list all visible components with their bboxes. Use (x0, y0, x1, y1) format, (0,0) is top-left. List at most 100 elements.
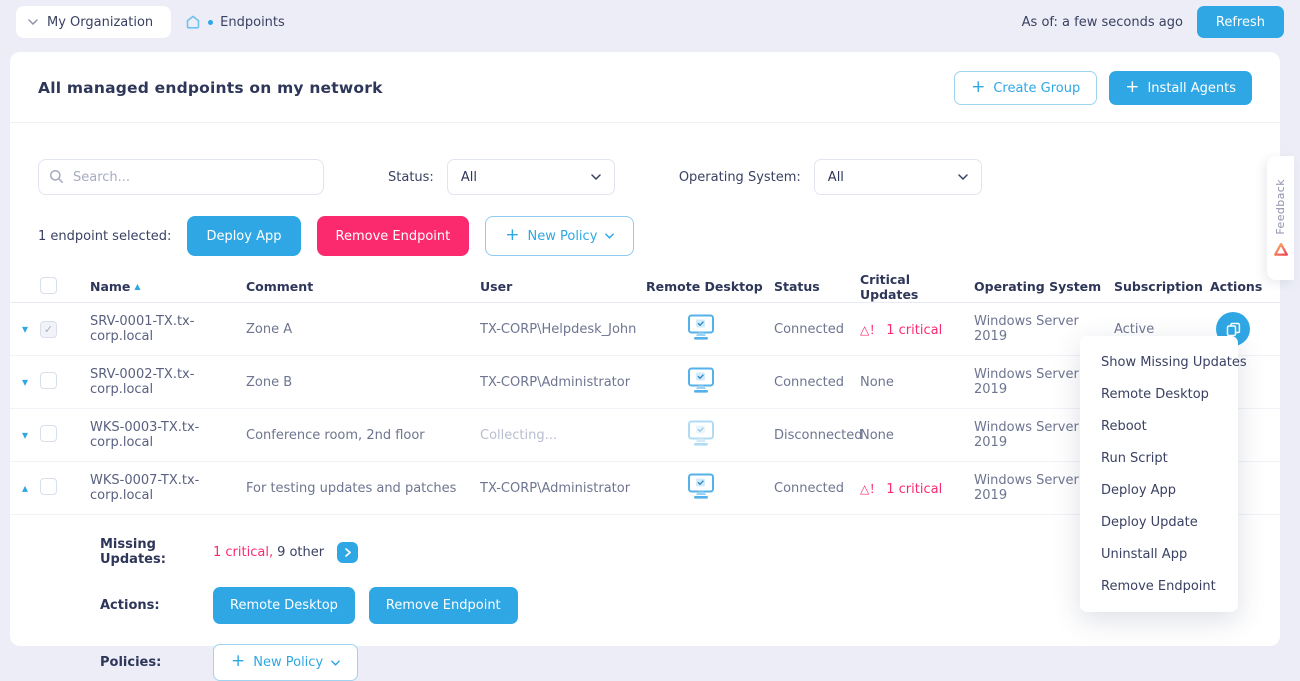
new-policy-detail-button[interactable]: + New Policy (213, 644, 358, 681)
deploy-app-button[interactable]: Deploy App (187, 216, 300, 256)
endpoint-comment: Zone B (246, 375, 480, 390)
remote-desktop-icon[interactable] (646, 420, 764, 451)
table-header: Name▲ Comment User Remote Desktop Status… (10, 271, 1280, 303)
endpoint-comment: Zone A (246, 322, 480, 337)
column-header-operating-system[interactable]: Operating System (964, 279, 1104, 294)
new-policy-button[interactable]: + New Policy (485, 216, 634, 256)
chevron-down-icon (958, 174, 968, 180)
create-group-button[interactable]: + Create Group (954, 71, 1097, 105)
missing-critical-count: 1 critical, (213, 545, 273, 560)
endpoint-subscription: Active (1104, 322, 1200, 337)
column-header-critical-updates[interactable]: Critical Updates (850, 272, 964, 302)
top-bar: My Organization Endpoints As of: a few s… (0, 0, 1300, 44)
endpoint-status: Connected (764, 481, 850, 496)
selection-bar: 1 endpoint selected: Deploy App Remove E… (10, 195, 1280, 256)
remote-desktop-button[interactable]: Remote Desktop (213, 587, 355, 624)
show-missing-updates-button[interactable] (337, 542, 358, 563)
endpoint-status: Connected (764, 375, 850, 390)
missing-updates-label: Missing Updates: (100, 537, 213, 567)
menu-item-run-script[interactable]: Run Script (1080, 442, 1238, 474)
header-buttons: + Create Group + Install Agents (954, 71, 1252, 105)
endpoint-comment: Conference room, 2nd floor (246, 428, 480, 443)
select-all-checkbox[interactable] (40, 277, 57, 294)
column-header-remote-desktop[interactable]: Remote Desktop (646, 279, 764, 294)
as-of-text: As of: a few seconds ago (1022, 15, 1183, 30)
breadcrumb-label: Endpoints (220, 15, 285, 30)
status-filter: Status: All (388, 159, 615, 195)
column-header-actions[interactable]: Actions (1200, 279, 1280, 294)
endpoints-page: { "topbar": { "org_switcher": "My Organi… (0, 0, 1300, 646)
warning-icon: △！ (860, 482, 881, 496)
endpoint-name[interactable]: WKS-0003-TX.tx-corp.local (90, 420, 246, 450)
card-header: All managed endpoints on my network + Cr… (10, 52, 1280, 123)
refresh-button[interactable]: Refresh (1197, 6, 1284, 38)
warning-icon: △！ (860, 323, 881, 337)
remote-desktop-icon[interactable] (646, 314, 764, 345)
column-header-name[interactable]: Name▲ (90, 279, 246, 294)
page-title: All managed endpoints on my network (38, 79, 383, 97)
new-policy-detail-label: New Policy (253, 655, 323, 670)
expand-caret-icon[interactable]: ▾ (22, 428, 40, 442)
plus-icon: + (971, 79, 985, 96)
status-select-value: All (461, 170, 477, 185)
chevron-down-icon (331, 660, 340, 666)
missing-other-count: 9 other (277, 545, 324, 560)
endpoint-name[interactable]: WKS-0007-TX.tx-corp.local (90, 473, 246, 503)
breadcrumb[interactable]: Endpoints (185, 14, 285, 30)
column-header-user[interactable]: User (480, 279, 646, 294)
org-switcher-label: My Organization (47, 15, 153, 30)
menu-item-deploy-update[interactable]: Deploy Update (1080, 506, 1238, 538)
chevron-down-icon (28, 19, 38, 25)
column-header-subscription[interactable]: Subscription (1104, 279, 1200, 294)
install-agents-button[interactable]: + Install Agents (1109, 71, 1252, 105)
os-select[interactable]: All (814, 159, 982, 195)
policies-row: Policies: + New Policy (100, 644, 1280, 681)
search-input[interactable] (38, 159, 324, 195)
endpoint-comment: For testing updates and patches (246, 481, 480, 496)
critical-updates-cell: △！1 critical (850, 480, 964, 497)
status-select[interactable]: All (447, 159, 615, 195)
endpoint-name[interactable]: SRV-0002-TX.tx-corp.local (90, 367, 246, 397)
row-checkbox[interactable] (40, 425, 57, 442)
endpoint-user: TX-CORP\Helpdesk_John (480, 322, 646, 337)
menu-item-reboot[interactable]: Reboot (1080, 410, 1238, 442)
menu-item-show-missing-updates[interactable]: Show Missing Updates (1080, 346, 1238, 378)
remote-desktop-icon[interactable] (646, 473, 764, 504)
row-actions-context-menu: Show Missing Updates Remote Desktop Rebo… (1080, 336, 1238, 612)
install-agents-label: Install Agents (1147, 81, 1236, 96)
expand-caret-icon[interactable]: ▾ (22, 375, 40, 389)
selection-count-text: 1 endpoint selected: (38, 229, 171, 244)
feedback-tab[interactable]: Feedback (1267, 156, 1294, 280)
endpoint-name[interactable]: SRV-0001-TX.tx-corp.local (90, 314, 246, 344)
home-icon (185, 14, 201, 30)
copy-actions-icon (1226, 322, 1241, 337)
plus-icon: + (505, 227, 519, 244)
policies-label: Policies: (100, 655, 213, 670)
actions-label: Actions: (100, 598, 213, 613)
search-icon (49, 169, 64, 188)
collapse-caret-icon[interactable]: ▴ (22, 481, 40, 495)
os-filter: Operating System: All (679, 159, 982, 195)
row-checkbox[interactable] (40, 478, 57, 495)
row-checkbox[interactable]: ✓ (40, 321, 57, 338)
row-checkbox[interactable] (40, 372, 57, 389)
critical-updates-cell: None (850, 428, 964, 443)
feedback-label: Feedback (1274, 179, 1287, 235)
menu-item-remote-desktop[interactable]: Remote Desktop (1080, 378, 1238, 410)
menu-item-remove-endpoint[interactable]: Remove Endpoint (1080, 570, 1238, 602)
plus-icon: + (231, 653, 245, 670)
endpoint-status: Disconnected (764, 428, 850, 443)
menu-item-deploy-app[interactable]: Deploy App (1080, 474, 1238, 506)
endpoint-user: TX-CORP\Administrator (480, 481, 646, 496)
remote-desktop-icon[interactable] (646, 367, 764, 398)
remove-endpoint-button[interactable]: Remove Endpoint (317, 216, 470, 256)
column-header-comment[interactable]: Comment (246, 279, 480, 294)
expand-caret-icon[interactable]: ▾ (22, 322, 40, 336)
plus-icon: + (1125, 79, 1139, 96)
org-switcher[interactable]: My Organization (16, 6, 171, 38)
menu-item-uninstall-app[interactable]: Uninstall App (1080, 538, 1238, 570)
critical-updates-cell: △！1 critical (850, 321, 964, 338)
column-header-status[interactable]: Status (764, 279, 850, 294)
action1-logo-icon (1273, 242, 1289, 257)
remove-endpoint-detail-button[interactable]: Remove Endpoint (369, 587, 518, 624)
